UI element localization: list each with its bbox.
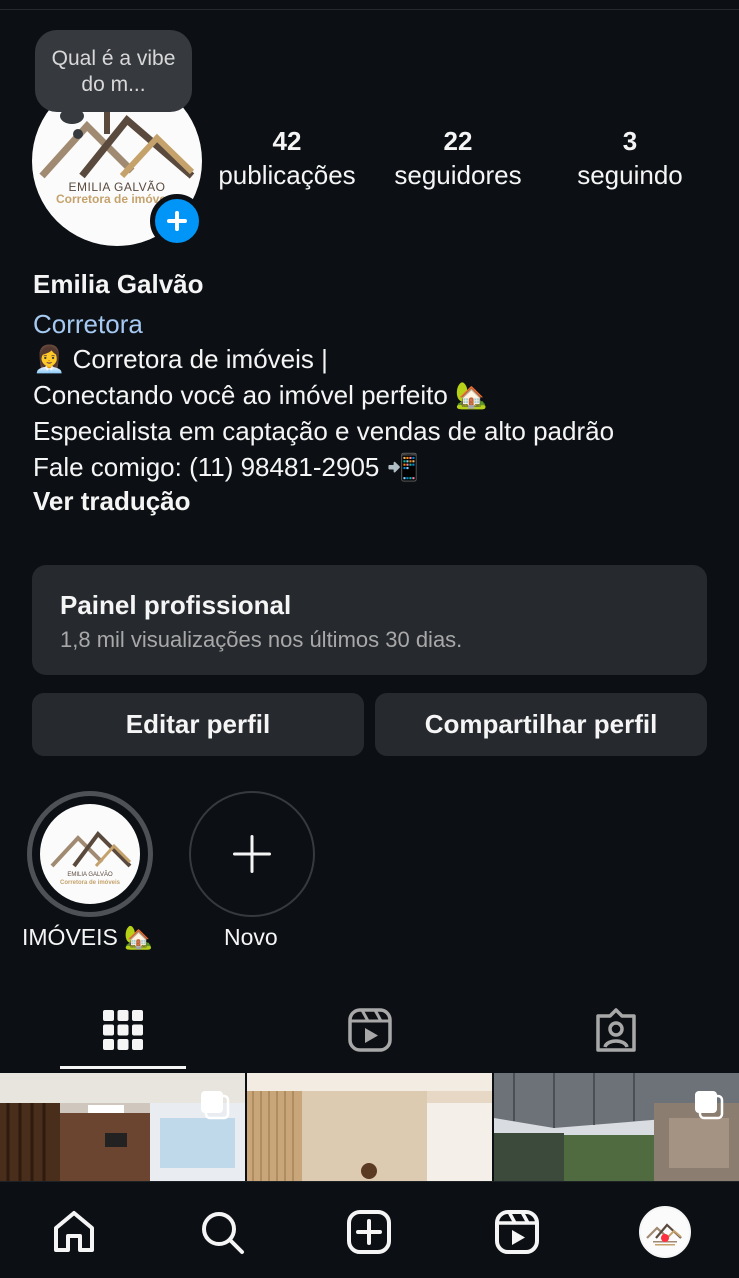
grid-icon xyxy=(103,1010,143,1050)
tab-tagged[interactable] xyxy=(553,1000,679,1060)
posts-label: publicações xyxy=(218,160,356,190)
post-thumbnail[interactable] xyxy=(494,1073,739,1183)
posts-count[interactable]: 42 publicações xyxy=(210,124,364,192)
panel-title: Painel profissional xyxy=(60,590,292,620)
posts-number: 42 xyxy=(272,126,302,156)
bio-line: Conectando você ao imóvel perfeito 🏡 xyxy=(33,380,488,410)
new-highlight-button[interactable] xyxy=(189,791,315,917)
logo-mountains-icon xyxy=(646,1223,682,1246)
highlight-cover: EMILIA GALVÃO Corretora de imóveis xyxy=(40,804,140,904)
highlight-imoveis[interactable]: EMILIA GALVÃO Corretora de imóveis xyxy=(27,791,153,917)
profile-name: Emilia Galvão xyxy=(33,269,204,299)
tagged-icon xyxy=(596,1008,636,1052)
carousel-icon xyxy=(695,1091,724,1120)
followers-number: 22 xyxy=(443,126,473,156)
carousel-icon xyxy=(201,1091,230,1120)
home-icon xyxy=(54,1211,94,1252)
active-tab-indicator xyxy=(60,1066,186,1069)
notification-dot xyxy=(661,1234,669,1242)
reels-icon xyxy=(348,1008,392,1052)
status-divider xyxy=(0,0,739,10)
panel-subtitle: 1,8 mil visualizações nos últimos 30 dia… xyxy=(60,627,463,652)
add-story-button[interactable] xyxy=(150,194,204,248)
bottom-navigation xyxy=(0,1181,739,1278)
nav-reels[interactable] xyxy=(487,1204,547,1260)
create-icon xyxy=(347,1210,391,1254)
share-profile-button[interactable]: Compartilhar perfil xyxy=(375,693,707,756)
logo-subtitle: Corretora de imóve xyxy=(56,192,167,206)
nav-home[interactable] xyxy=(44,1204,104,1260)
nav-search[interactable] xyxy=(192,1204,252,1260)
profile-avatar xyxy=(639,1206,691,1258)
followers-count[interactable]: 22 seguidores xyxy=(385,124,531,192)
tab-posts-grid[interactable] xyxy=(60,1000,186,1060)
highlight-logo-name: EMILIA GALVÃO xyxy=(67,871,113,878)
following-number: 3 xyxy=(622,126,638,156)
plus-icon xyxy=(167,211,187,231)
post-image xyxy=(247,1073,492,1183)
following-label: seguindo xyxy=(577,160,683,190)
nav-create[interactable] xyxy=(339,1204,399,1260)
bio-line: Especialista em captação e vendas de alt… xyxy=(33,416,615,446)
logo-mountains-icon: EMILIA GALVÃO Corretora de imóveis xyxy=(50,830,132,886)
plus-icon xyxy=(233,835,271,873)
post-thumbnail[interactable] xyxy=(0,1073,245,1183)
edit-profile-button[interactable]: Editar perfil xyxy=(32,693,364,756)
note-bubble-tail xyxy=(60,108,84,124)
highlight-logo-subtitle: Corretora de imóveis xyxy=(60,880,121,886)
note-bubble-tail-dot xyxy=(73,129,83,139)
professional-dashboard[interactable]: Painel profissional 1,8 mil visualizaçõe… xyxy=(32,565,707,675)
nav-profile[interactable] xyxy=(635,1204,695,1260)
translate-link[interactable]: Ver tradução xyxy=(33,486,191,517)
tab-reels[interactable] xyxy=(307,1000,433,1060)
following-count[interactable]: 3 seguindo xyxy=(565,124,695,192)
highlight-label: IMÓVEIS 🏡 xyxy=(22,924,153,950)
reels-icon xyxy=(495,1210,539,1254)
profile-category: Corretora xyxy=(33,309,143,339)
bio-line: Fale comigo: (11) 98481-2905 📲 xyxy=(33,452,419,482)
search-icon xyxy=(202,1212,244,1254)
followers-label: seguidores xyxy=(394,160,522,190)
bio-line: 👩‍💼 Corretora de imóveis | xyxy=(33,344,328,374)
new-highlight-label: Novo xyxy=(224,924,278,950)
post-thumbnail[interactable] xyxy=(247,1073,492,1183)
note-bubble[interactable]: Qual é a vibe do m... xyxy=(35,30,192,112)
